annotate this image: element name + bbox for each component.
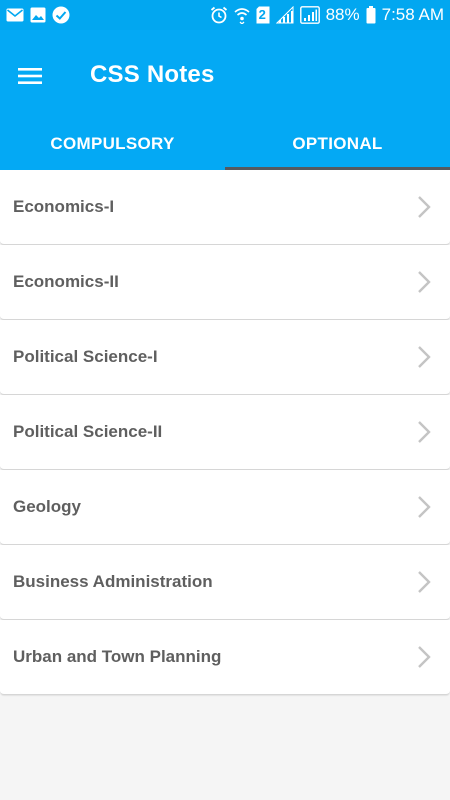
status-right: 2 88% 7:58 AM <box>210 5 444 25</box>
page-title: CSS Notes <box>90 61 215 88</box>
chevron-right-icon <box>416 344 432 370</box>
chevron-right-icon <box>416 194 432 220</box>
tab-bar: COMPULSORY OPTIONAL <box>0 118 450 170</box>
tab-compulsory[interactable]: COMPULSORY <box>0 118 225 170</box>
check-circle-icon <box>52 6 70 24</box>
clock: 7:58 AM <box>381 5 444 24</box>
list-item-label: Urban and Town Planning <box>13 647 222 666</box>
battery-icon <box>366 6 376 24</box>
hamburger-menu-icon[interactable] <box>14 60 46 92</box>
tab-optional[interactable]: OPTIONAL <box>225 118 450 170</box>
tab-label: OPTIONAL <box>292 134 383 153</box>
list-item-label: Business Administration <box>13 572 213 591</box>
sim-slot-label: 2 <box>258 7 266 22</box>
list-item-business-administration[interactable]: Business Administration <box>0 545 450 620</box>
list-item-label: Geology <box>13 497 82 516</box>
chevron-right-icon <box>416 569 432 595</box>
tab-label: COMPULSORY <box>50 134 175 153</box>
chevron-right-icon <box>416 269 432 295</box>
subject-list: Economics-I Economics-II Political Scien… <box>0 170 450 695</box>
list-item-label: Political Science-I <box>13 347 158 366</box>
battery-percent: 88% <box>325 5 360 24</box>
list-item-political-science-2[interactable]: Political Science-II <box>0 395 450 470</box>
list-item-economics-2[interactable]: Economics-II <box>0 245 450 320</box>
chevron-right-icon <box>416 494 432 520</box>
status-left <box>6 6 70 24</box>
alarm-icon <box>210 6 228 24</box>
email-icon <box>6 8 24 22</box>
wifi-icon <box>234 6 250 24</box>
list-item-urban-town-planning[interactable]: Urban and Town Planning <box>0 620 450 695</box>
list-item-economics-1[interactable]: Economics-I <box>0 170 450 245</box>
list-item-geology[interactable]: Geology <box>0 470 450 545</box>
chevron-right-icon <box>416 419 432 445</box>
chevron-right-icon <box>416 644 432 670</box>
app-bar: CSS Notes COMPULSORY OPTIONAL <box>0 30 450 170</box>
list-item-label: Economics-II <box>13 272 119 291</box>
sim-2-icon: 2 <box>256 6 270 24</box>
list-item-label: Economics-I <box>13 197 115 216</box>
status-bar: 2 88% 7:58 AM <box>0 0 450 30</box>
list-item-label: Political Science-II <box>13 422 163 441</box>
signal-icon <box>275 6 294 24</box>
signal-boxed-icon <box>299 6 320 24</box>
list-item-political-science-1[interactable]: Political Science-I <box>0 320 450 395</box>
image-icon <box>30 7 46 23</box>
